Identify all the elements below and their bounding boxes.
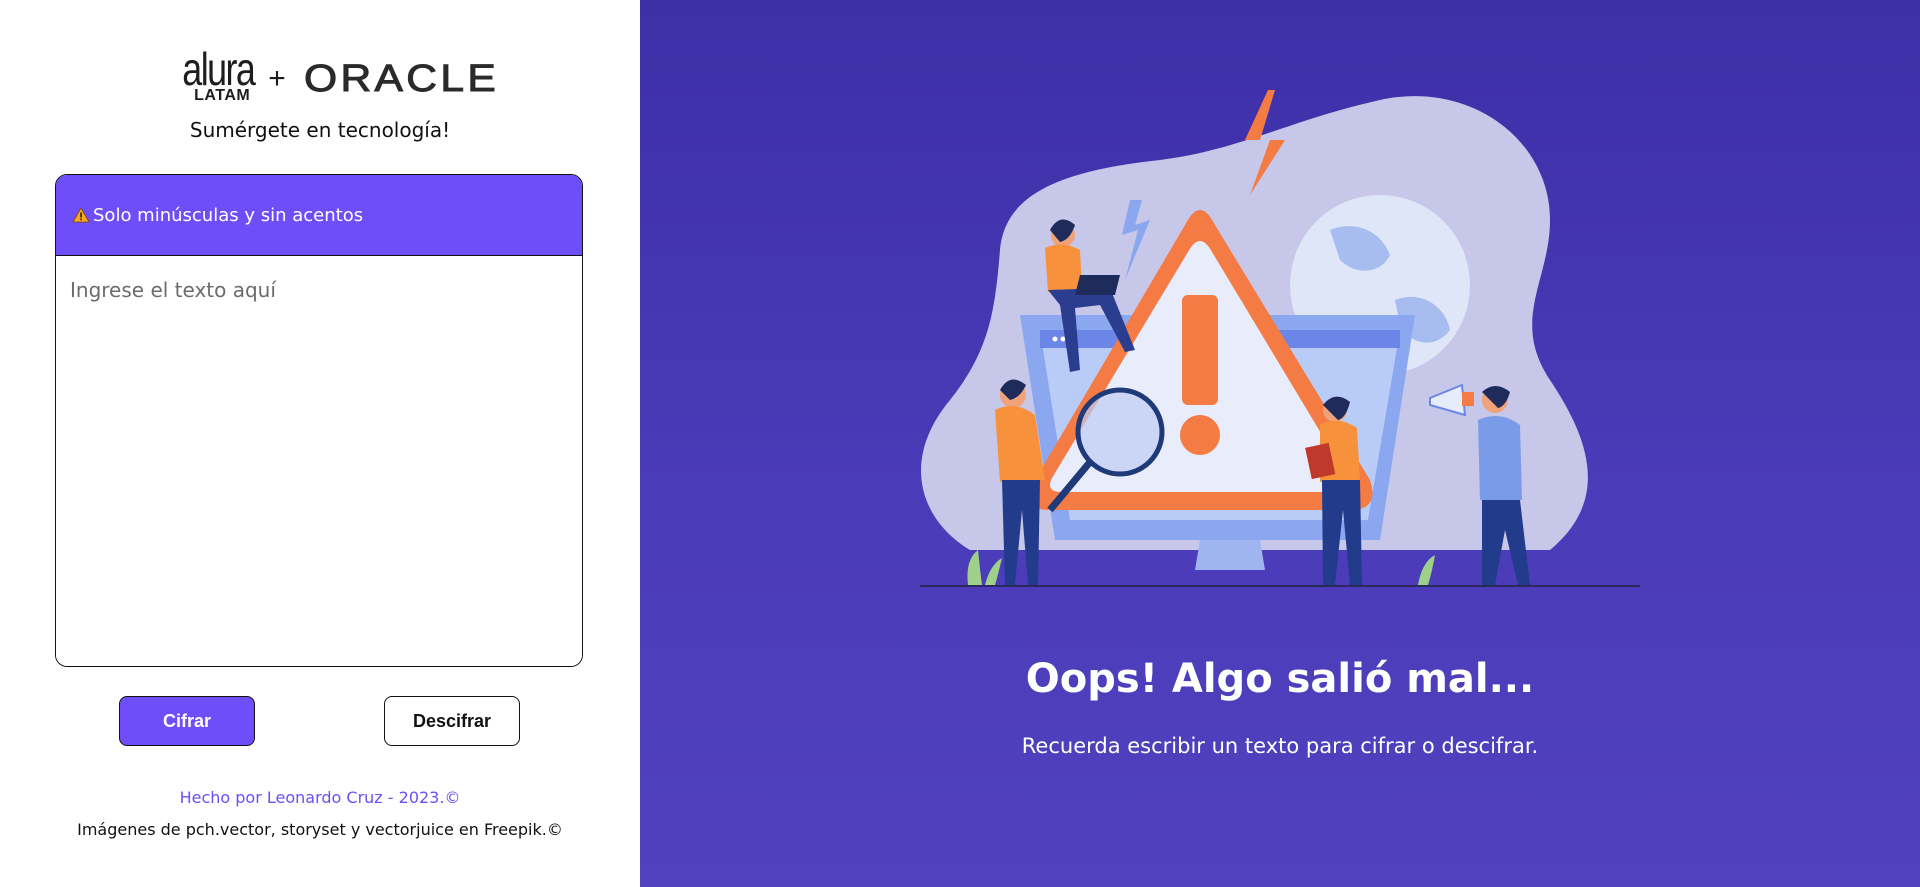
- author-credit: Hecho por Leonardo Cruz - 2023.©: [179, 788, 461, 807]
- text-input-card: Solo minúsculas y sin acentos: [55, 174, 583, 667]
- images-credit: Imágenes de pch.vector, storyset y vecto…: [77, 820, 563, 839]
- page: alura LATAM + ORACLE Sumérgete en tecnol…: [0, 0, 1920, 887]
- resize-handle-icon[interactable]: [570, 656, 580, 666]
- tagline: Sumérgete en tecnología!: [189, 118, 451, 142]
- warning-icon: [72, 207, 90, 223]
- result-panel: Oops! Algo salió mal... Recuerda escribi…: [640, 0, 1920, 887]
- warning-text: Solo minúsculas y sin acentos: [93, 204, 364, 226]
- alura-logo: alura LATAM: [162, 46, 256, 104]
- error-illustration: [920, 90, 1640, 587]
- error-message: Recuerda escribir un texto para cifrar o…: [1021, 734, 1539, 758]
- decrypt-button[interactable]: Descifrar: [384, 696, 520, 746]
- text-input[interactable]: [56, 256, 582, 666]
- alura-logo-text: alura: [182, 43, 256, 95]
- magnifier-icon: [1075, 387, 1165, 477]
- encrypt-button[interactable]: Cifrar: [119, 696, 255, 746]
- encoder-panel: alura LATAM + ORACLE Sumérgete en tecnol…: [0, 0, 640, 887]
- brand-logos: alura LATAM + ORACLE: [0, 46, 640, 104]
- logo-plus: +: [268, 62, 286, 95]
- warning-banner: Solo minúsculas y sin acentos: [56, 175, 582, 256]
- text-input-area: [56, 256, 582, 666]
- error-title: Oops! Algo salió mal...: [1025, 656, 1535, 702]
- oracle-logo: ORACLE: [303, 57, 499, 100]
